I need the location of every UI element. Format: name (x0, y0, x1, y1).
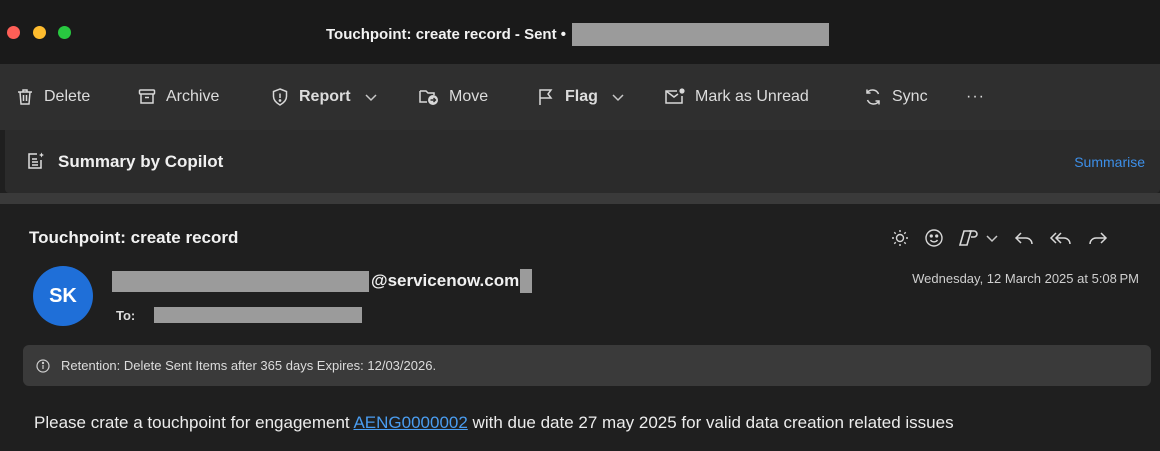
sender[interactable]: @servicenow.com (112, 269, 533, 293)
sun-icon (892, 230, 908, 246)
sync-icon (866, 89, 880, 105)
sync-button[interactable]: Sync (863, 64, 928, 130)
redacted-recipient (572, 22, 829, 46)
reply-button[interactable] (1013, 228, 1035, 248)
sync-label: Sync (892, 88, 928, 105)
archive-button[interactable]: Archive (137, 64, 219, 130)
reply-all-button[interactable] (1049, 228, 1073, 248)
move-button[interactable]: Move (418, 64, 488, 130)
loop-button[interactable] (958, 228, 999, 248)
loop-icon (958, 230, 978, 246)
message-actions (890, 226, 1109, 250)
retention-text: Retention: Delete Sent Items after 365 d… (61, 358, 437, 373)
body-text-before: Please crate a touchpoint for engagement (34, 413, 354, 432)
reply-icon (1014, 232, 1033, 245)
delete-button[interactable]: Delete (15, 64, 90, 130)
forward-button[interactable] (1087, 228, 1109, 248)
archive-box-icon (138, 89, 156, 104)
flag-label: Flag (565, 88, 598, 105)
redacted-recipient-address (154, 307, 362, 323)
copilot-summary-title: Summary by Copilot (58, 152, 224, 171)
message-pane: Touchpoint: create record SK @servicenow… (5, 204, 1160, 451)
engagement-link[interactable]: AENG0000002 (353, 413, 467, 432)
avatar[interactable]: SK (33, 266, 93, 326)
redacted-sender-name (112, 270, 369, 292)
emoji-icon (925, 229, 943, 247)
body-text-after: with due date 27 may 2025 for valid data… (467, 413, 954, 432)
envelope-dot-icon (665, 88, 685, 104)
retention-banner: Retention: Delete Sent Items after 365 d… (23, 345, 1151, 386)
chevron-down-icon (986, 235, 998, 243)
immersive-reader-button[interactable] (890, 228, 910, 248)
chevron-down-icon[interactable] (611, 92, 625, 102)
chevron-down-icon[interactable] (364, 92, 378, 102)
message-subject: Touchpoint: create record (29, 228, 239, 247)
report-label: Report (299, 88, 351, 105)
zoom-window-button[interactable] (58, 26, 71, 39)
close-window-button[interactable] (7, 26, 20, 39)
title-bar: Touchpoint: create record - Sent • (0, 0, 1160, 64)
shield-icon (272, 88, 288, 106)
flag-icon (539, 89, 553, 105)
copilot-summary-bar: Summary by Copilot Summarise (5, 130, 1160, 193)
flag-button[interactable]: Flag (536, 64, 625, 130)
copilot-summary-icon (28, 152, 44, 169)
delete-label: Delete (44, 88, 91, 105)
mark-as-unread-label: Mark as Unread (695, 88, 809, 105)
mail-window: Touchpoint: create record - Sent • Delet… (0, 0, 1160, 451)
redacted-sender-suffix (520, 269, 533, 293)
reply-all-icon (1049, 232, 1071, 245)
message-body: Please crate a touchpoint for engagement… (34, 413, 954, 433)
summarise-link[interactable]: Summarise (1074, 154, 1145, 170)
to-label: To: (116, 308, 136, 323)
archive-label: Archive (166, 88, 220, 105)
message-date: Wednesday, 12 March 2025 at 5:08 PM (912, 271, 1139, 286)
minimize-window-button[interactable] (33, 26, 46, 39)
report-button[interactable]: Report (270, 64, 378, 130)
window-title: Touchpoint: create record - Sent • (326, 22, 829, 46)
section-divider (0, 193, 1160, 204)
info-icon (36, 358, 50, 373)
react-button[interactable] (924, 228, 944, 248)
trash-icon (18, 89, 32, 105)
toolbar: Delete Archive Report Move Flag Mark as … (0, 64, 1160, 130)
forward-icon (1089, 232, 1108, 245)
mark-as-unread-button[interactable]: Mark as Unread (664, 64, 809, 130)
more-options-button[interactable]: ··· (966, 64, 985, 130)
sender-email-domain: @servicenow.com (371, 271, 520, 290)
more-icon: ··· (966, 88, 985, 105)
move-label: Move (449, 88, 489, 105)
window-title-text: Touchpoint: create record - Sent • (326, 25, 566, 43)
move-folder-icon (419, 90, 438, 105)
